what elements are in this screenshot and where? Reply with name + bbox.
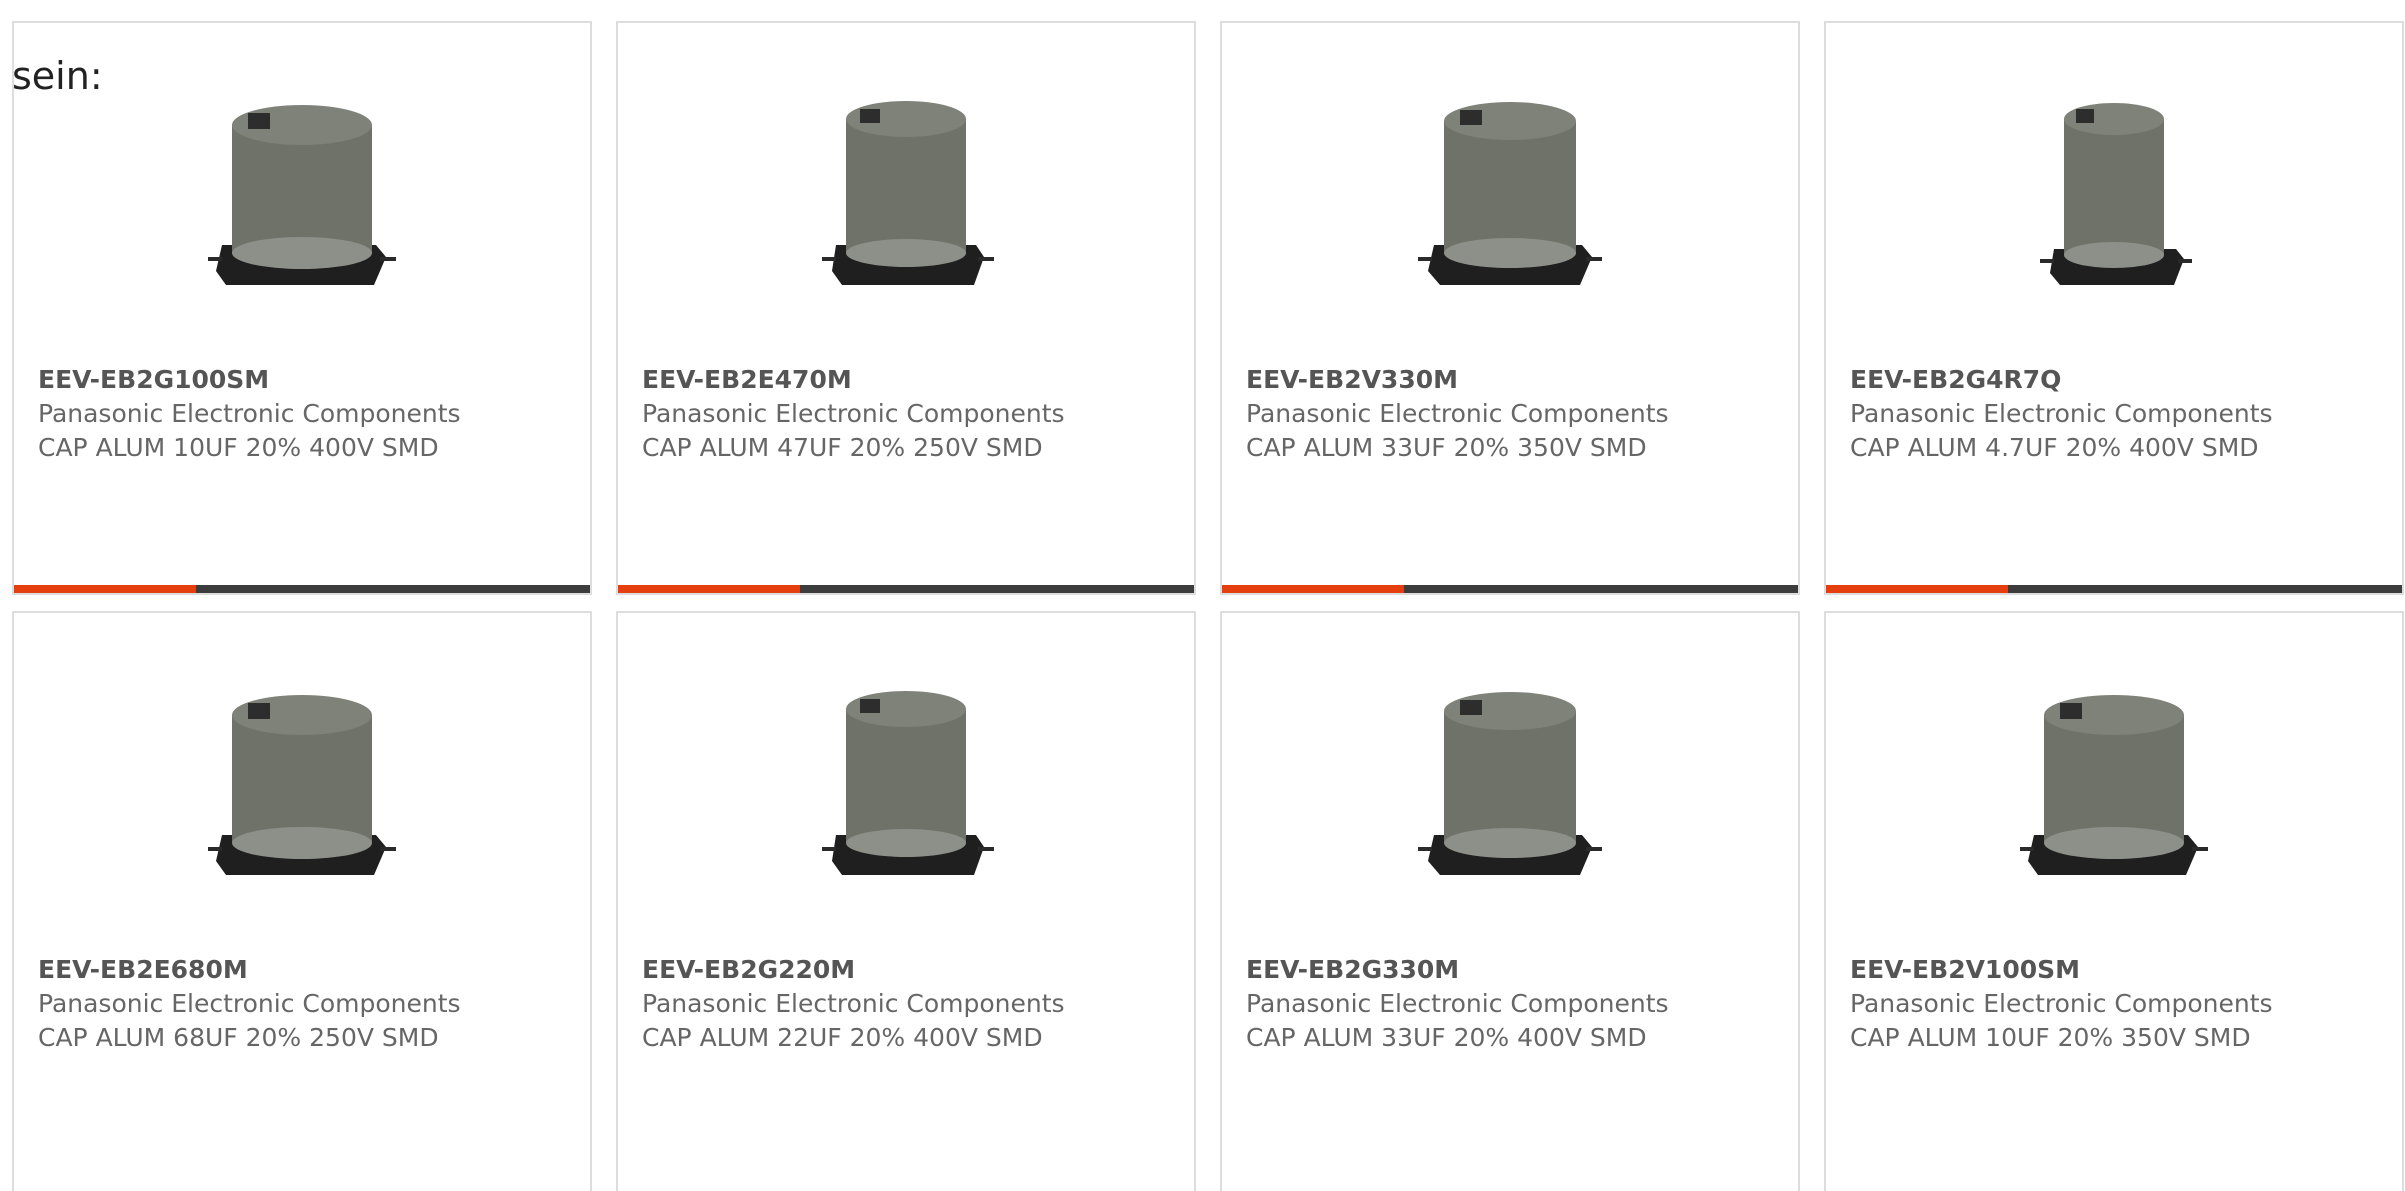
card-footer-bar: [14, 585, 590, 593]
manufacturer: Panasonic Electronic Components: [1850, 989, 2273, 1018]
product-grid: EEV-EB2G100SM Panasonic Electronic Compo…: [12, 21, 2405, 1191]
manufacturer: Panasonic Electronic Components: [642, 399, 1065, 428]
manufacturer: Panasonic Electronic Components: [38, 989, 461, 1018]
product-info: EEV-EB2E470M Panasonic Electronic Compon…: [642, 363, 1065, 465]
capacitor-icon[interactable]: [204, 685, 400, 893]
part-number[interactable]: EEV-EB2E470M: [642, 363, 1065, 397]
card-footer-accent: [1222, 585, 1404, 593]
manufacturer: Panasonic Electronic Components: [1246, 399, 1669, 428]
product-card[interactable]: EEV-EB2E680M Panasonic Electronic Compon…: [12, 611, 592, 1191]
part-number[interactable]: EEV-EB2E680M: [38, 953, 461, 987]
capacitor-icon[interactable]: [808, 685, 1004, 893]
part-number[interactable]: EEV-EB2V100SM: [1850, 953, 2273, 987]
capacitor-icon[interactable]: [1412, 685, 1608, 893]
card-footer-accent: [1826, 585, 2008, 593]
card-footer-accent: [618, 585, 800, 593]
product-description: CAP ALUM 22UF 20% 400V SMD: [642, 1023, 1043, 1052]
product-info: EEV-EB2G220M Panasonic Electronic Compon…: [642, 953, 1065, 1055]
product-info: EEV-EB2G100SM Panasonic Electronic Compo…: [38, 363, 461, 465]
product-description: CAP ALUM 47UF 20% 250V SMD: [642, 433, 1043, 462]
manufacturer: Panasonic Electronic Components: [642, 989, 1065, 1018]
product-card[interactable]: EEV-EB2V100SM Panasonic Electronic Compo…: [1824, 611, 2404, 1191]
product-info: EEV-EB2E680M Panasonic Electronic Compon…: [38, 953, 461, 1055]
product-card[interactable]: EEV-EB2G330M Panasonic Electronic Compon…: [1220, 611, 1800, 1191]
capacitor-icon[interactable]: [808, 95, 1004, 303]
product-description: CAP ALUM 68UF 20% 250V SMD: [38, 1023, 439, 1052]
capacitor-icon[interactable]: [1412, 95, 1608, 303]
product-card[interactable]: EEV-EB2G4R7Q Panasonic Electronic Compon…: [1824, 21, 2404, 595]
part-number[interactable]: EEV-EB2G330M: [1246, 953, 1669, 987]
manufacturer: Panasonic Electronic Components: [38, 399, 461, 428]
manufacturer: Panasonic Electronic Components: [1246, 989, 1669, 1018]
product-info: EEV-EB2G330M Panasonic Electronic Compon…: [1246, 953, 1669, 1055]
part-number[interactable]: EEV-EB2G100SM: [38, 363, 461, 397]
card-footer-bar: [618, 585, 1194, 593]
part-number[interactable]: EEV-EB2V330M: [1246, 363, 1669, 397]
product-info: EEV-EB2G4R7Q Panasonic Electronic Compon…: [1850, 363, 2273, 465]
card-footer-bar: [1826, 585, 2402, 593]
card-footer-bar: [1222, 585, 1798, 593]
product-card[interactable]: EEV-EB2G100SM Panasonic Electronic Compo…: [12, 21, 592, 595]
product-description: CAP ALUM 10UF 20% 350V SMD: [1850, 1023, 2251, 1052]
product-description: CAP ALUM 33UF 20% 350V SMD: [1246, 433, 1647, 462]
product-description: CAP ALUM 10UF 20% 400V SMD: [38, 433, 439, 462]
product-card[interactable]: EEV-EB2V330M Panasonic Electronic Compon…: [1220, 21, 1800, 595]
card-footer-accent: [14, 585, 196, 593]
product-description: CAP ALUM 4.7UF 20% 400V SMD: [1850, 433, 2259, 462]
product-card[interactable]: EEV-EB2G220M Panasonic Electronic Compon…: [616, 611, 1196, 1191]
product-description: CAP ALUM 33UF 20% 400V SMD: [1246, 1023, 1647, 1052]
product-info: EEV-EB2V330M Panasonic Electronic Compon…: [1246, 363, 1669, 465]
product-card[interactable]: EEV-EB2E470M Panasonic Electronic Compon…: [616, 21, 1196, 595]
product-info: EEV-EB2V100SM Panasonic Electronic Compo…: [1850, 953, 2273, 1055]
intro-text: sein:: [12, 54, 103, 98]
capacitor-icon[interactable]: [204, 95, 400, 303]
manufacturer: Panasonic Electronic Components: [1850, 399, 2273, 428]
capacitor-icon[interactable]: [2016, 685, 2212, 893]
part-number[interactable]: EEV-EB2G220M: [642, 953, 1065, 987]
capacitor-icon[interactable]: [2016, 95, 2212, 303]
part-number[interactable]: EEV-EB2G4R7Q: [1850, 363, 2273, 397]
